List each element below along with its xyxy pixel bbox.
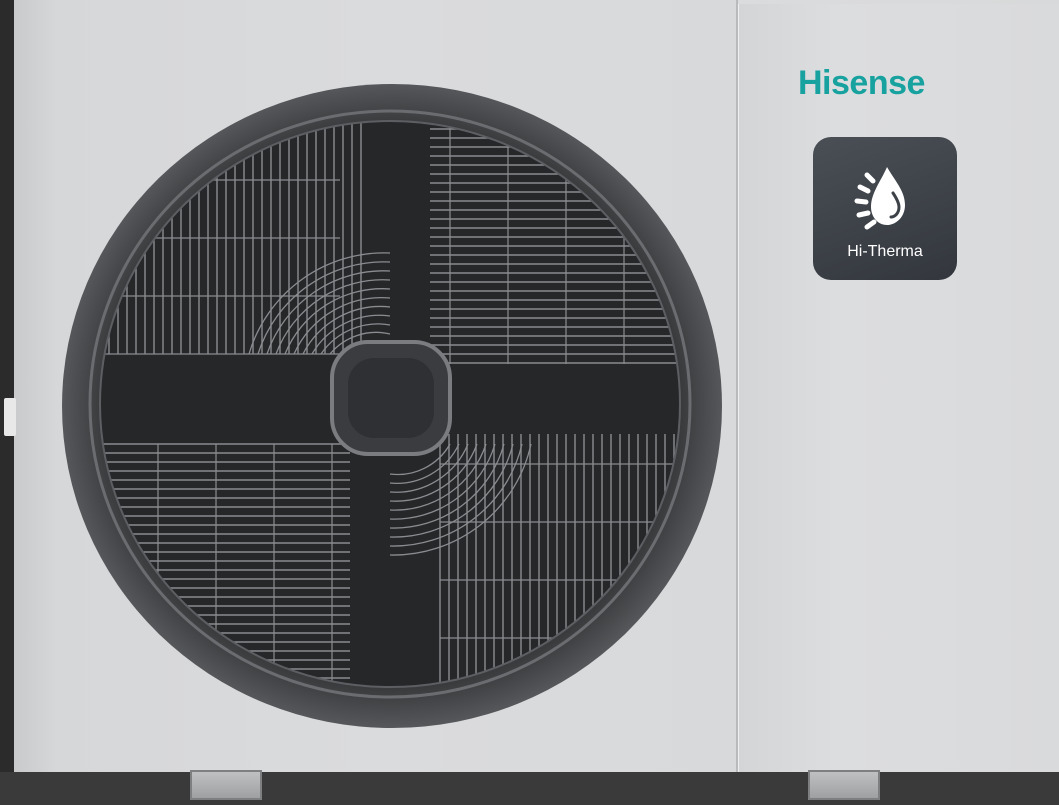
series-label: Hi-Therma: [847, 243, 923, 260]
product-badge: Hi-Therma: [813, 137, 957, 280]
mounting-foot-left: [190, 770, 262, 800]
service-panel: [738, 4, 1059, 775]
mounting-foot-right: [808, 770, 880, 800]
brand-logo: Hisense: [798, 64, 925, 102]
water-drop-heat-icon: [854, 167, 905, 230]
side-connector: [4, 398, 16, 436]
base-shadow: [0, 772, 1059, 805]
heat-pump-outdoor-unit: Hisense Hi-Therma: [0, 0, 1059, 805]
fan-grille: [62, 84, 722, 728]
